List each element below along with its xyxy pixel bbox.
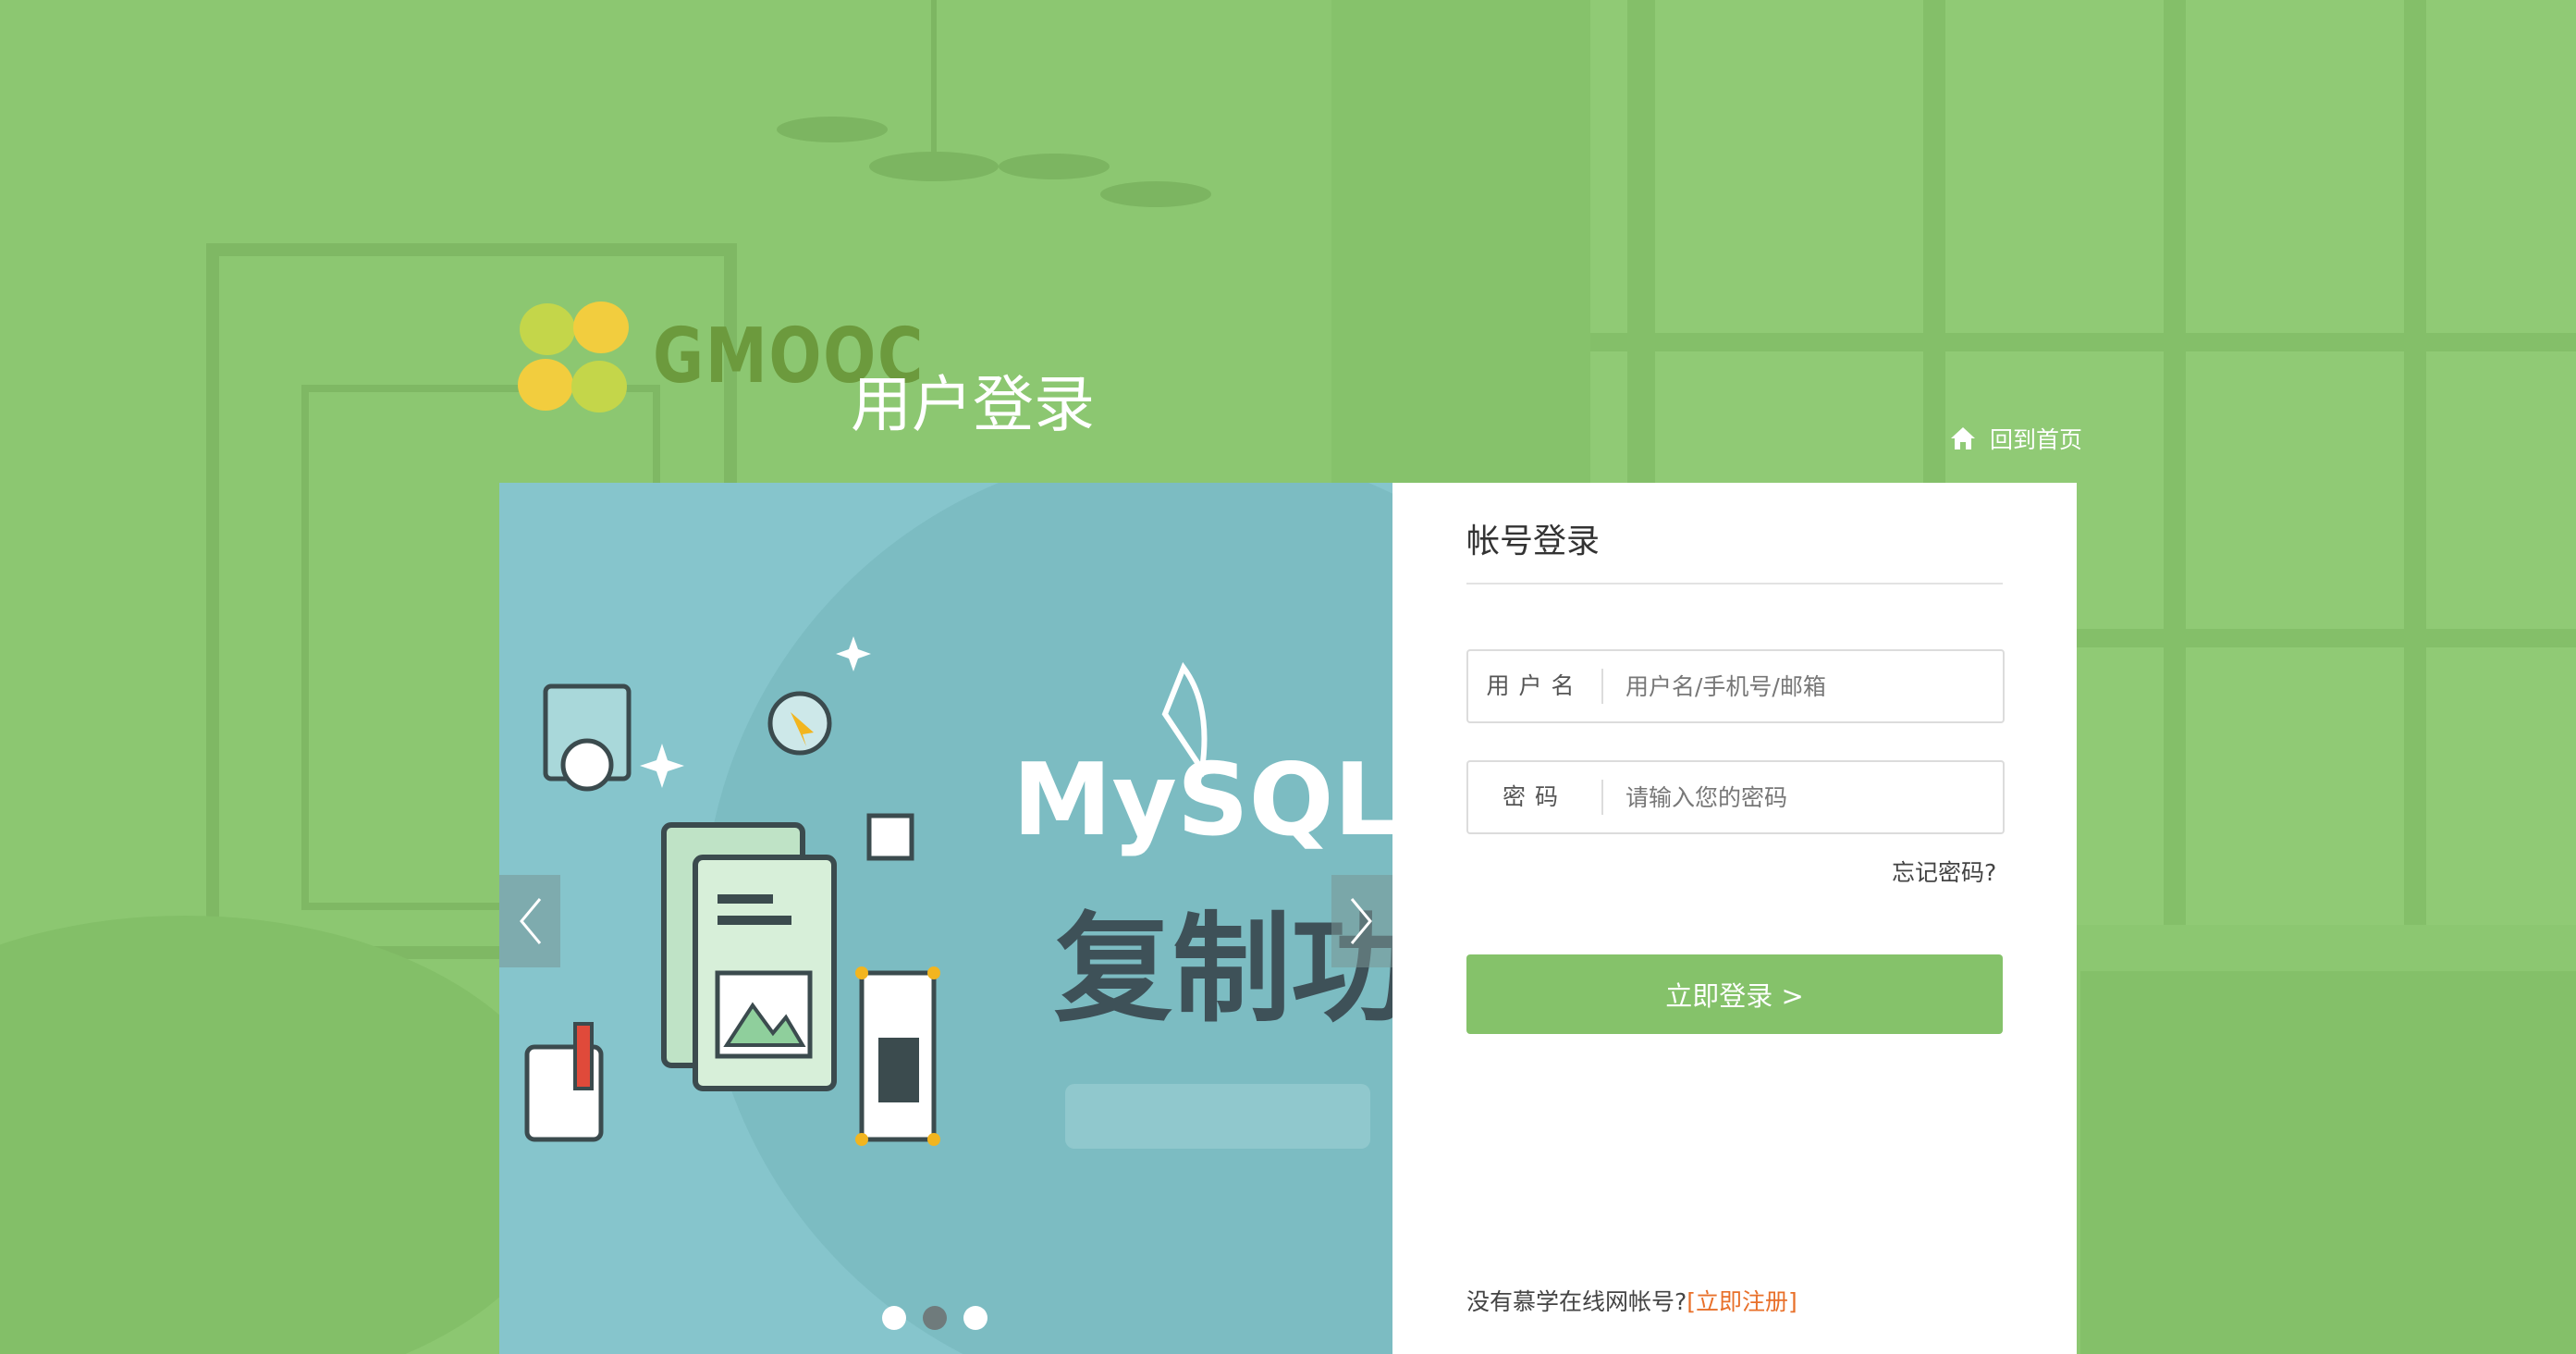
register-prompt: 没有慕学在线网帐号? — [1466, 1288, 1687, 1315]
username-label: 用户名 — [1468, 669, 1603, 704]
login-panel: 帐号登录 用户名 密码 忘记密码? 立即登录 > 没有慕学在线网帐号?[立即注册… — [1392, 483, 2077, 1354]
forgot-password-link[interactable]: 忘记密码? — [1892, 855, 1996, 888]
home-link-label: 回到首页 — [1990, 426, 2083, 453]
register-row: 没有慕学在线网帐号?[立即注册] — [1466, 1284, 1797, 1317]
chevron-right-icon — [1350, 898, 1372, 944]
logo-icon — [518, 302, 629, 412]
home-icon — [1951, 427, 1975, 449]
chevron-left-icon — [520, 898, 542, 944]
divider — [1466, 583, 2003, 585]
register-link[interactable]: [立即注册] — [1687, 1288, 1797, 1315]
login-button[interactable]: 立即登录 > — [1466, 954, 2003, 1034]
carousel-next-button[interactable] — [1331, 875, 1392, 967]
login-title: 帐号登录 — [1466, 523, 1601, 560]
carousel-dot-1[interactable] — [882, 1306, 906, 1330]
carousel-slide-image: MySQL5.7 复制功能 — [499, 483, 1392, 1354]
username-field[interactable]: 用户名 — [1466, 649, 2005, 723]
carousel-prev-button[interactable] — [499, 875, 560, 967]
username-input[interactable] — [1603, 658, 2003, 715]
slide-title: MySQL5.7 — [1012, 743, 1392, 858]
banner-carousel[interactable]: MySQL5.7 复制功能 — [499, 483, 1392, 1354]
home-link[interactable]: 回到首页 — [1949, 418, 2082, 459]
page-title: 用户登录 — [851, 369, 1095, 440]
password-field[interactable]: 密码 — [1466, 760, 2005, 834]
carousel-dot-2[interactable] — [923, 1306, 947, 1330]
password-input[interactable] — [1603, 769, 2003, 826]
carousel-indicators — [882, 1306, 987, 1330]
password-label: 密码 — [1468, 780, 1603, 815]
carousel-dot-3[interactable] — [963, 1306, 987, 1330]
